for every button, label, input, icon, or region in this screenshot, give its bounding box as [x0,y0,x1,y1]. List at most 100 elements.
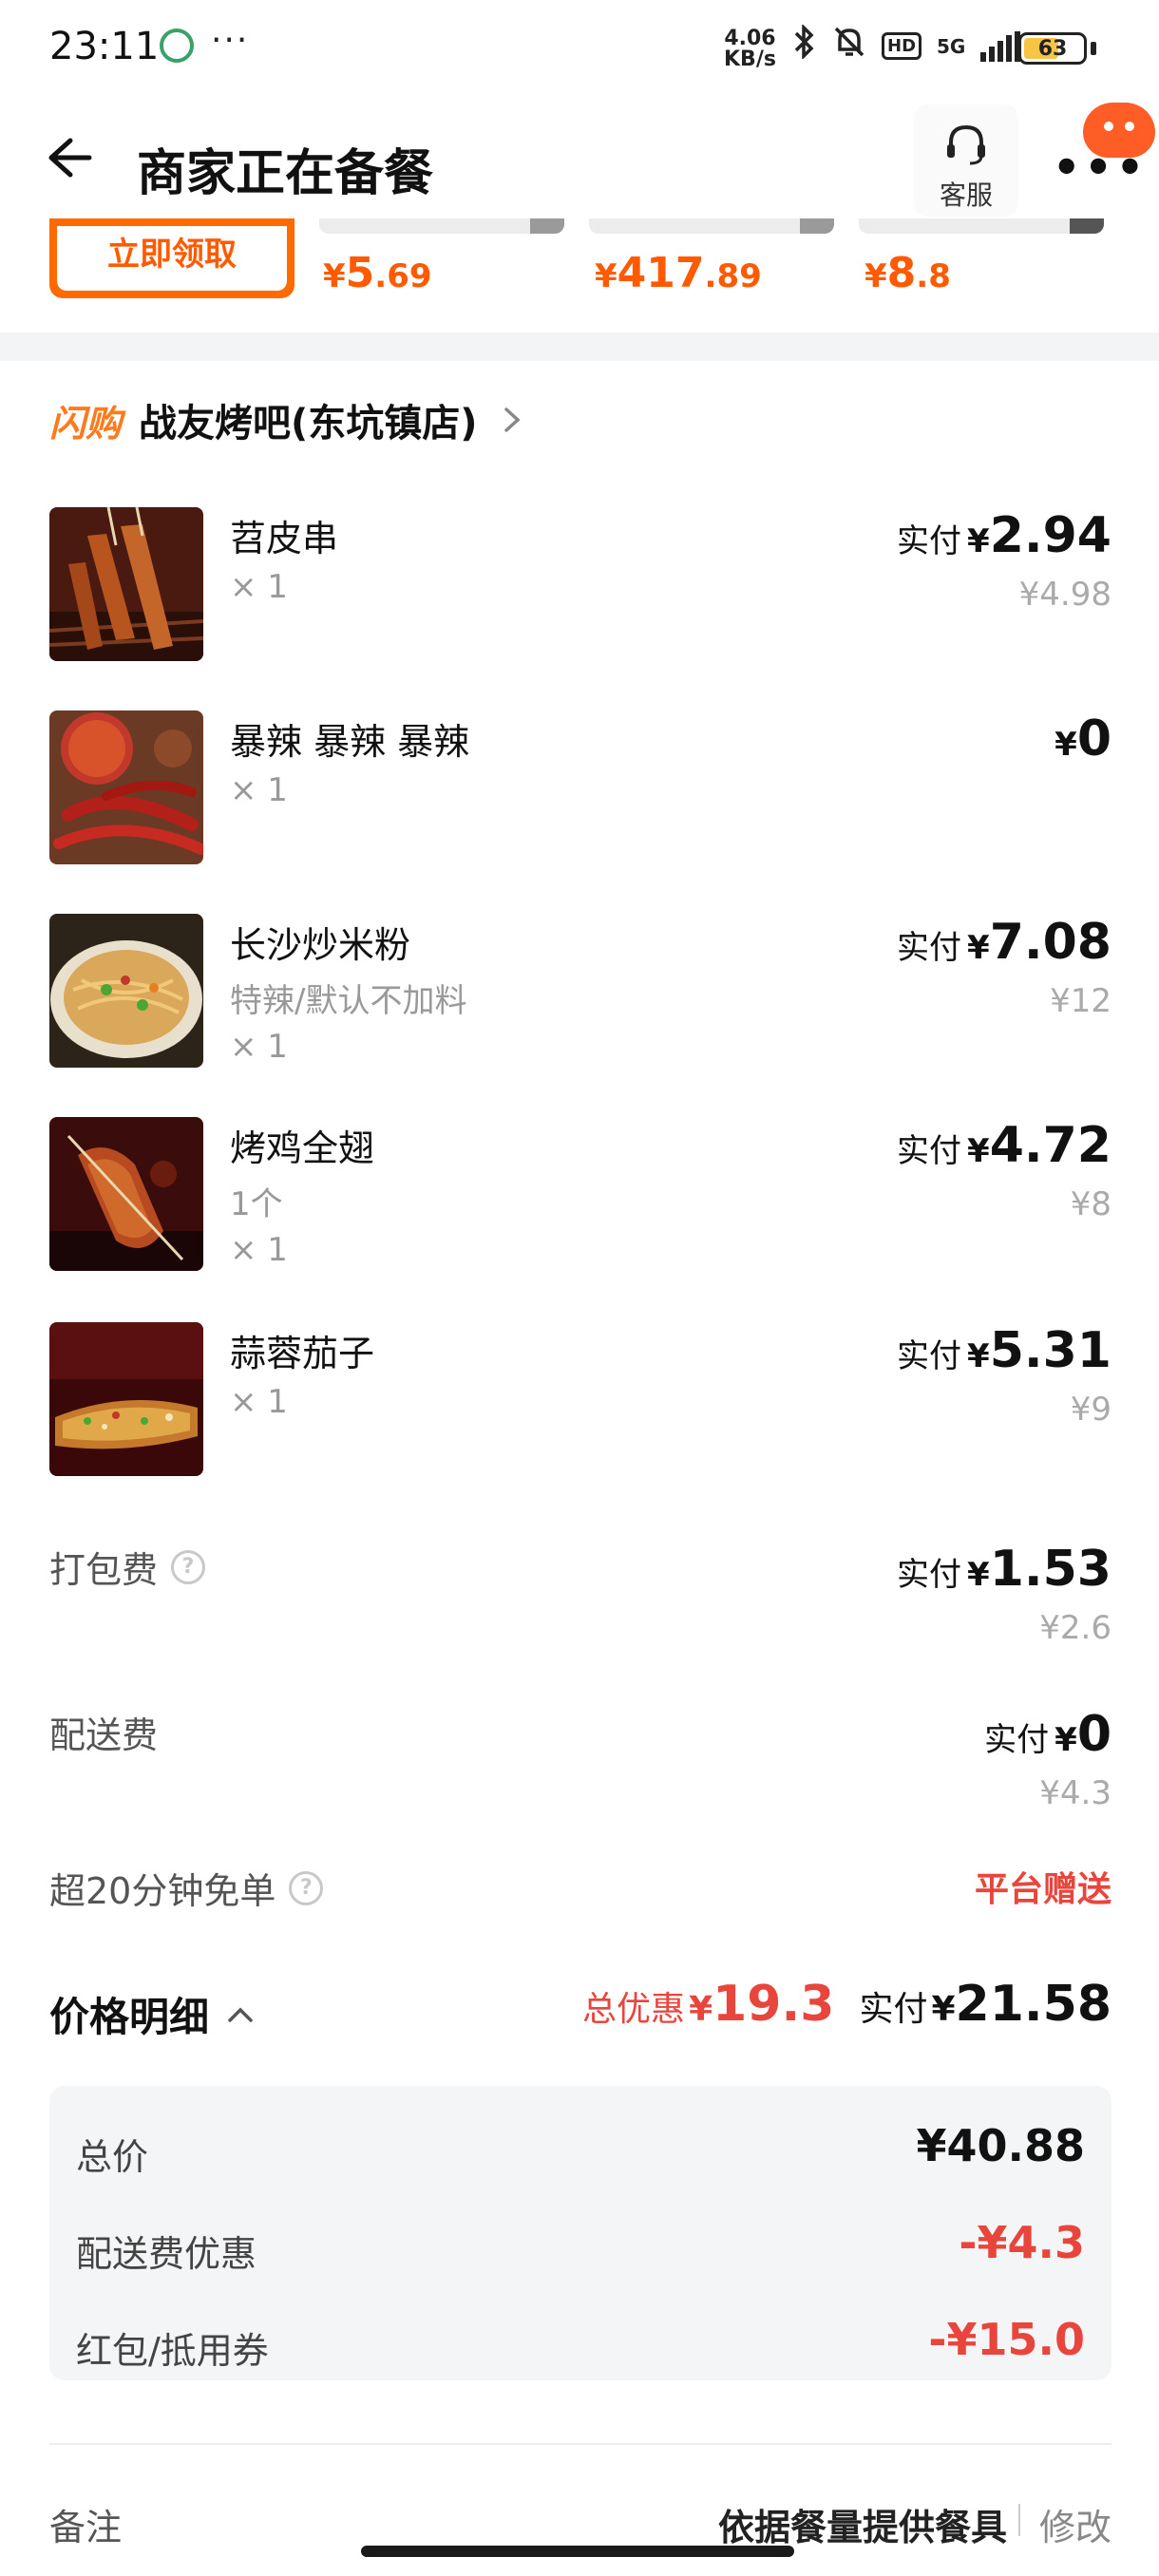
total-paid-label: 实付 [859,1990,928,2029]
battery-level: 63 [1037,37,1068,61]
price-detail-header[interactable]: 价格明细 总优惠 ¥19.3 实付 ¥21.58 [49,1976,1112,2042]
order-item[interactable]: 蒜蓉茄子 × 1 实付 ¥5.31 ¥9 [49,1322,1112,1484]
free-order-label: 超20分钟免单 ? [49,1862,1112,1914]
packing-fee-paid: 实付 ¥1.53 [897,1541,1112,1598]
network-speed-value: 4.06 [724,27,776,50]
total-paid-amount: 21.58 [955,1976,1112,2033]
coupon-card[interactable] [319,218,564,234]
item-name: 烤鸡全翅 [230,1127,375,1169]
customer-service-button[interactable]: 客服 [914,104,1018,217]
price-line-value: -¥4.3 [959,2217,1085,2268]
claim-now-button[interactable]: 立即领取 [57,226,287,291]
price-line-label: 红包/抵用券 [76,2330,269,2372]
order-item[interactable]: 长沙炒米粉 特辣/默认不加料 × 1 实付 ¥7.08 ¥12 [49,914,1112,1075]
back-arrow-icon[interactable] [42,131,95,184]
top-navigation: 商家正在备餐 客服 ••• [0,95,1159,228]
more-menu-icon[interactable]: ••• [1053,145,1148,189]
store-link[interactable]: 闪购 战友烤吧(东坑镇店) [49,391,525,448]
status-icons: HD 5G [792,23,1021,67]
coupon-price-int: 5 [345,249,375,297]
claim-coupon-card: 立即领取 [49,218,294,298]
item-spec: 1个 [230,1185,283,1223]
remark-label: 备注 [49,2507,123,2548]
divider [49,2443,1112,2445]
delivery-fee-original: ¥4.3 [1039,1774,1112,1812]
network-speed: 4.06 KB/s [724,28,776,70]
coupon-card[interactable] [859,218,1104,234]
currency-symbol: ¥ [931,1990,956,2029]
app-notification-icon [160,28,194,63]
paid-amount: 0 [1076,1706,1112,1763]
coupon-price-int: 417 [617,249,705,297]
item-paid-price: 实付 ¥7.08 [897,914,1112,971]
mascot-icon[interactable] [1083,103,1155,158]
remark-separator [1018,2504,1020,2536]
paid-amount: 0 [1076,710,1112,767]
coupon-price-symbol: ¥ [864,257,887,295]
help-icon[interactable]: ? [171,1549,206,1584]
page-title: 商家正在备餐 [137,145,434,202]
price-detail-box: 总价 ¥40.88 配送费优惠 -¥4.3 红包/抵用券 -¥15.0 [49,2086,1112,2380]
battery-icon: 63 [1018,32,1087,65]
price-line-value: -¥15.0 [928,2314,1085,2365]
currency-symbol: ¥ [967,929,990,967]
item-name: 长沙炒米粉 [230,924,411,966]
home-indicator[interactable] [361,2546,794,2557]
packing-fee-text: 打包费 [49,1549,159,1591]
order-item[interactable]: 暴辣 暴辣 暴辣 × 1 ¥0 [49,710,1112,872]
order-item[interactable]: 苕皮串 × 1 实付 ¥2.94 ¥4.98 [49,507,1112,669]
food-thumbnail [49,1322,203,1476]
delivery-fee-row: 配送费 实付 ¥0 ¥4.3 [49,1706,1112,1820]
currency-symbol: ¥ [967,522,990,560]
price-line-label: 总价 [76,2136,149,2178]
order-item[interactable]: 烤鸡全翅 1个 × 1 实付 ¥4.72 ¥8 [49,1117,1112,1279]
paid-amount: 5.31 [989,1322,1112,1379]
coupon-price-int: 8 [886,249,917,297]
battery-tip [1091,42,1096,55]
paid-label: 实付 [984,1721,1050,1759]
food-thumbnail [49,1117,203,1271]
bluetooth-icon [792,23,817,67]
item-paid-price: ¥0 [1049,710,1112,767]
hd-badge: HD [882,32,922,60]
total-discount-label: 总优惠 [582,1990,686,2029]
price-detail-title-text: 价格明细 [49,1994,210,2040]
price-line: 配送费优惠 -¥4.3 [76,2217,1085,2275]
item-quantity: × 1 [230,1028,288,1066]
currency-symbol: ¥ [967,1132,990,1170]
item-paid-price: 实付 ¥4.72 [897,1117,1112,1174]
remark-value: 依据餐量提供餐具 [717,2507,1007,2548]
coupon-price-dec: .89 [704,257,762,295]
coupon-card[interactable] [589,218,834,234]
currency-symbol: ¥ [689,1990,713,2029]
paid-amount: 7.08 [989,914,1112,971]
price-detail-title: 价格明细 [49,1985,255,2043]
section-divider [0,332,1159,361]
food-thumbnail [49,507,203,661]
item-quantity: × 1 [230,771,288,809]
item-original-price: ¥9 [1070,1391,1112,1429]
coupon-price-symbol: ¥ [595,257,618,295]
item-paid-price: 实付 ¥2.94 [897,507,1112,564]
coupon-price: ¥5.69 [323,249,432,297]
free-order-text: 超20分钟免单 [49,1870,276,1912]
item-quantity: × 1 [230,1383,288,1421]
network-type: 5G [937,34,966,58]
item-paid-price: 实付 ¥5.31 [897,1322,1112,1379]
item-name: 暴辣 暴辣 暴辣 [230,721,470,763]
edit-remark-button[interactable]: 修改 [1039,2498,1112,2550]
price-line-value: ¥40.88 [916,2120,1085,2171]
item-original-price: ¥12 [1050,982,1112,1020]
item-original-price: ¥8 [1070,1185,1112,1223]
coupon-price-dec: .8 [916,257,951,295]
item-spec: 特辣/默认不加料 [230,982,467,1020]
paid-amount: 2.94 [989,507,1112,564]
paid-label: 实付 [897,1337,962,1375]
store-name: 战友烤吧(东坑镇店) [139,402,478,445]
packing-fee-original: ¥2.6 [1039,1609,1112,1647]
item-name: 蒜蓉茄子 [230,1333,375,1374]
paid-amount: 4.72 [989,1117,1112,1174]
help-icon[interactable]: ? [289,1870,324,1905]
coupon-price: ¥417.89 [595,249,762,297]
status-bar: 23:11 ··· 4.06 KB/s HD 5G 63 [0,0,1159,95]
